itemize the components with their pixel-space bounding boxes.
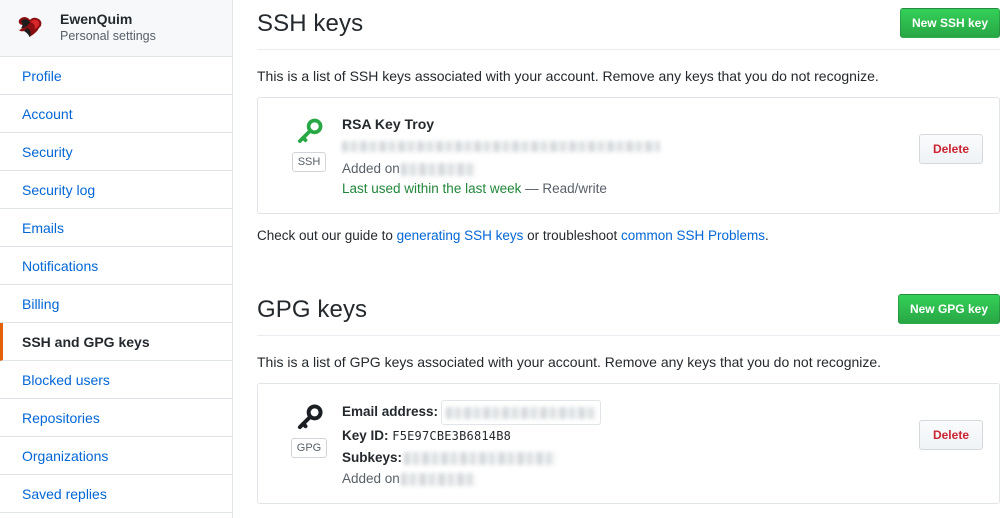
sidebar-subtitle: Personal settings	[60, 28, 156, 43]
sidebar-item-saved-replies[interactable]: Saved replies	[0, 475, 232, 513]
sidebar-item-emails[interactable]: Emails	[0, 209, 232, 247]
ssh-page-title: SSH keys	[257, 10, 364, 37]
sidebar-item-security-log[interactable]: Security log	[0, 171, 232, 209]
ssh-key-badge: SSH	[291, 152, 327, 172]
ssh-key-added-label: Added on	[342, 161, 400, 176]
gpg-added-row: Added on	[342, 468, 919, 489]
redacted-added-date	[400, 162, 475, 176]
new-ssh-key-button[interactable]: New SSH key	[899, 8, 1000, 38]
ssh-key-last-used-line: Last used within the last week — Read/wr…	[342, 179, 919, 199]
ssh-key-separator: —	[525, 181, 539, 196]
sidebar-item-repositories[interactable]: Repositories	[0, 399, 232, 437]
gpg-key-badge: GPG	[290, 438, 328, 458]
gpg-subkeys-row: Subkeys:	[342, 447, 919, 468]
sidebar-profile-header[interactable]: EwenQuim Personal settings	[0, 0, 232, 57]
sidebar-item-security[interactable]: Security	[0, 133, 232, 171]
gpg-key-details: Email address: Key ID: F5E97CBE3B6814B8 …	[342, 398, 919, 489]
ssh-guide-text: Check out our guide to generating SSH ke…	[257, 226, 1000, 246]
sidebar-item-organizations[interactable]: Organizations	[0, 437, 232, 475]
sidebar-item-billing[interactable]: Billing	[0, 285, 232, 323]
settings-page: EwenQuim Personal settings Profile Accou…	[0, 0, 1000, 518]
bird-avatar-icon	[14, 11, 48, 45]
gpg-keyid-row: Key ID: F5E97CBE3B6814B8	[342, 425, 919, 447]
gpg-keys-section: GPG keys New GPG key This is a list of G…	[257, 286, 1000, 504]
key-icon	[295, 118, 323, 146]
sidebar-item-blocked-users[interactable]: Blocked users	[0, 361, 232, 399]
gpg-page-title: GPG keys	[257, 296, 368, 323]
gpg-keyid-value: F5E97CBE3B6814B8	[392, 429, 512, 443]
key-icon	[295, 404, 323, 432]
sidebar-item-notifications[interactable]: Notifications	[0, 247, 232, 285]
gpg-subkeys-label: Subkeys:	[342, 450, 403, 465]
gpg-keyid-label: Key ID:	[342, 428, 389, 443]
ssh-guide-prefix: Check out our guide to	[257, 228, 397, 243]
sidebar-item-profile[interactable]: Profile	[0, 57, 232, 95]
ssh-guide-middle: or troubleshoot	[523, 228, 621, 243]
ssh-key-actions: Delete	[918, 112, 987, 199]
delete-ssh-key-button[interactable]: Delete	[918, 134, 983, 164]
new-gpg-key-button[interactable]: New GPG key	[897, 294, 1000, 324]
ssh-key-icon-column: SSH	[276, 112, 342, 199]
gpg-section-header: GPG keys New GPG key	[257, 286, 1000, 336]
ssh-key-title: RSA Key Troy	[342, 116, 435, 132]
ssh-key-details: RSA Key Troy Added on Last used within t…	[342, 112, 919, 199]
main-content: SSH keys New SSH key This is a list of S…	[233, 0, 1000, 518]
gpg-key-actions: Delete	[918, 398, 987, 489]
redacted-fingerprint	[342, 141, 660, 153]
ssh-key-last-used: Last used within the last week	[342, 181, 522, 196]
redacted-subkeys	[404, 451, 557, 465]
sidebar-profile-names: EwenQuim Personal settings	[60, 11, 156, 44]
ssh-description: This is a list of SSH keys associated wi…	[257, 68, 879, 84]
ssh-key-fingerprint	[342, 137, 919, 157]
redacted-email	[446, 407, 597, 420]
ssh-section-header: SSH keys New SSH key	[257, 0, 1000, 50]
ssh-key-access: Read/write	[542, 181, 607, 196]
gpg-email-row: Email address:	[342, 400, 919, 425]
gpg-added-label: Added on	[342, 471, 400, 486]
ssh-keys-section: SSH keys New SSH key This is a list of S…	[257, 0, 1000, 246]
sidebar-username: EwenQuim	[60, 11, 133, 28]
redacted-added-date	[400, 472, 475, 486]
ssh-key-row: SSH RSA Key Troy Added on Last used with…	[257, 97, 1000, 214]
ssh-key-added-line: Added on	[342, 159, 919, 179]
gpg-email-label: Email address:	[342, 404, 439, 420]
sidebar-item-account[interactable]: Account	[0, 95, 232, 133]
generating-ssh-keys-link[interactable]: generating SSH keys	[397, 228, 524, 243]
gpg-description: This is a list of GPG keys associated wi…	[257, 354, 882, 370]
gpg-email-value	[441, 400, 602, 425]
gpg-key-icon-column: GPG	[276, 398, 342, 489]
delete-gpg-key-button[interactable]: Delete	[918, 420, 983, 450]
sidebar-item-ssh-and-gpg-keys[interactable]: SSH and GPG keys	[0, 323, 232, 361]
common-ssh-problems-link[interactable]: common SSH Problems	[621, 228, 765, 243]
ssh-guide-suffix: .	[765, 228, 769, 243]
settings-sidebar: EwenQuim Personal settings Profile Accou…	[0, 0, 233, 518]
gpg-key-row: GPG Email address: Key ID: F5E97CBE3B681…	[257, 383, 1000, 504]
